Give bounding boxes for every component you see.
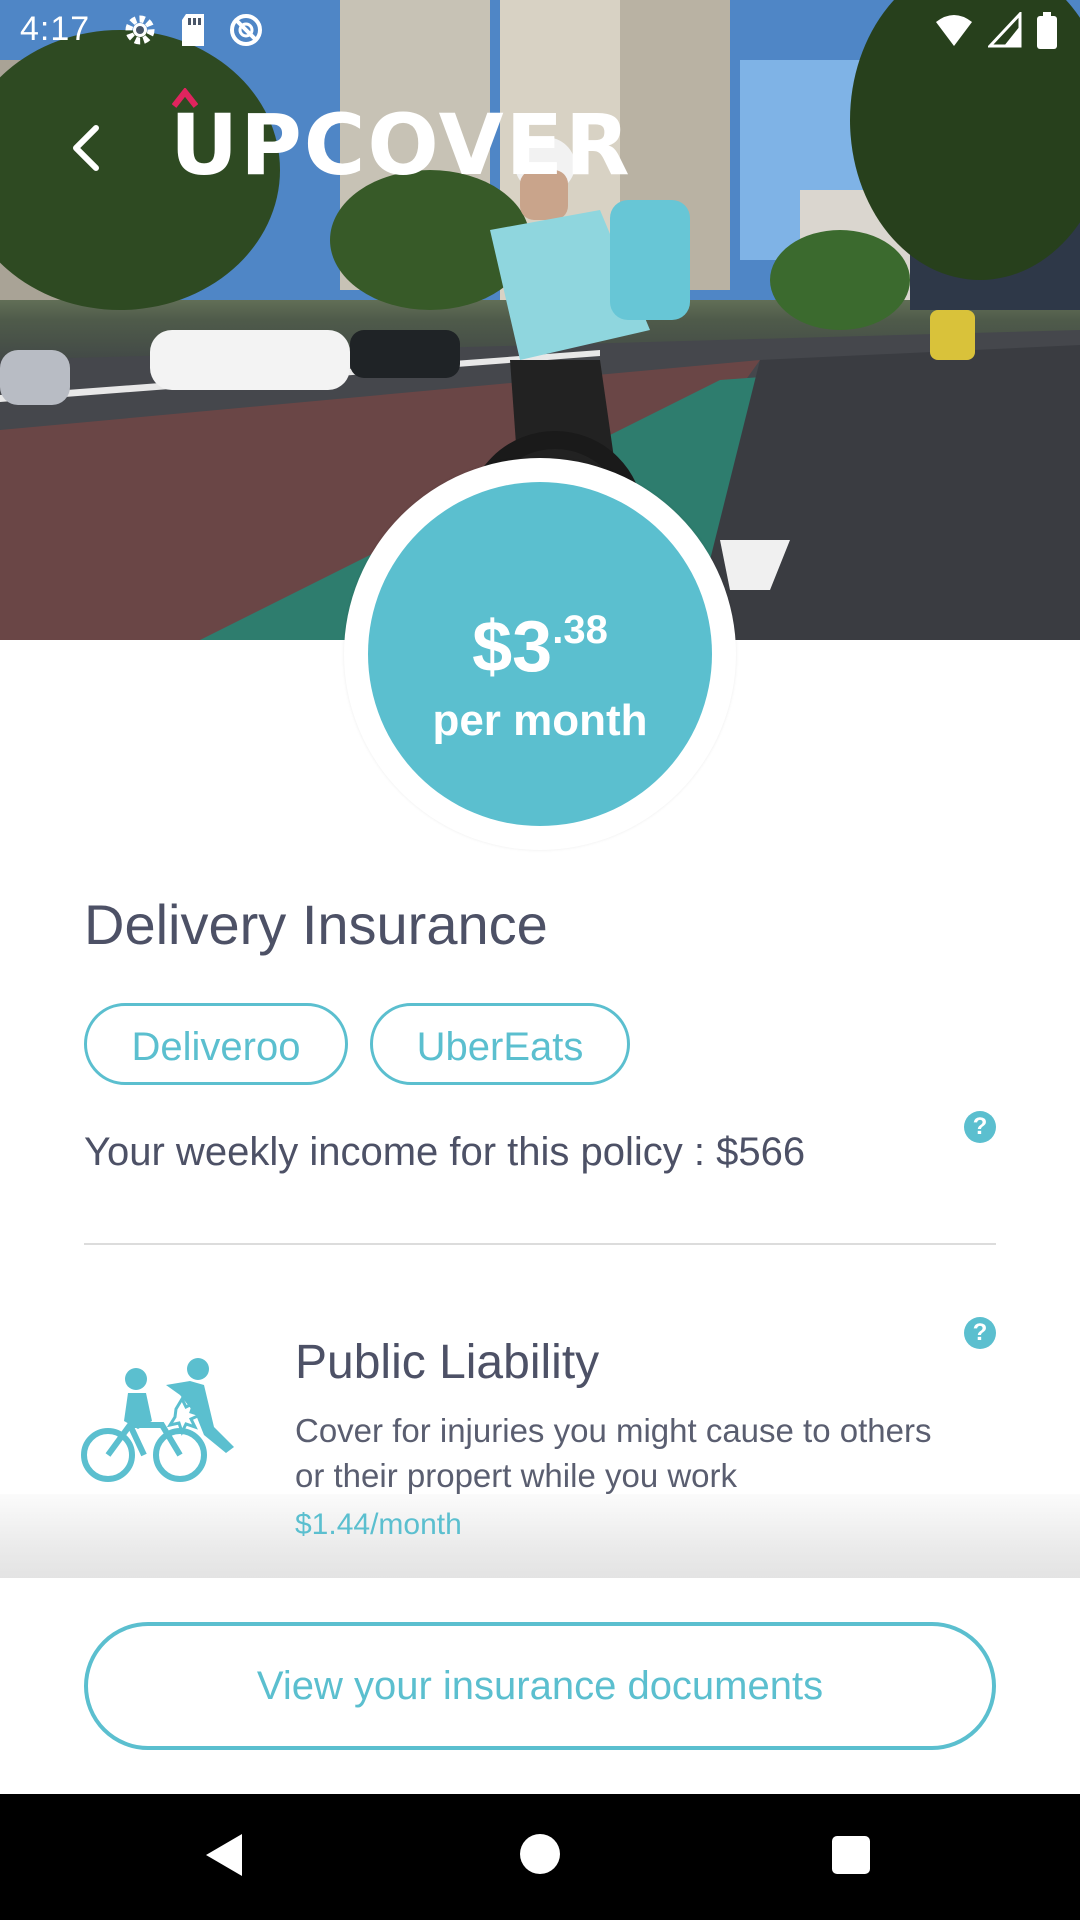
chevron-left-icon xyxy=(73,125,99,171)
platform-chip-deliveroo[interactable]: Deliveroo xyxy=(84,1003,348,1085)
platform-chip-ubereats[interactable]: UberEats xyxy=(370,1003,630,1085)
wifi-icon xyxy=(936,15,972,46)
battery-icon xyxy=(1037,12,1057,49)
no-sim-icon xyxy=(230,14,262,46)
policy-title: Delivery Insurance xyxy=(84,893,548,956)
income-help-icon[interactable]: ? xyxy=(964,1111,996,1143)
system-nav-bar xyxy=(0,1794,1080,1920)
back-triangle-icon[interactable] xyxy=(204,1832,244,1878)
logo-caret-icon xyxy=(172,88,198,108)
price-amount: $3.38 xyxy=(368,606,712,688)
upcover-logo: UPCOVER xyxy=(170,88,632,190)
home-circle-icon[interactable] xyxy=(520,1834,560,1874)
coverage-help-icon[interactable]: ? xyxy=(964,1317,996,1349)
status-time: 4:17 xyxy=(20,10,91,48)
signal-icon xyxy=(988,12,1022,48)
price-period: per month xyxy=(432,696,648,745)
coverage-description: Cover for injuries you might cause to ot… xyxy=(295,1412,932,1494)
scroll-fade xyxy=(0,1494,1080,1578)
recents-square-icon[interactable] xyxy=(832,1836,870,1874)
view-documents-button[interactable]: View your insurance documents xyxy=(84,1622,996,1750)
settings-icon xyxy=(125,15,155,45)
sd-card-icon xyxy=(182,14,204,46)
price-dollars: $3 xyxy=(472,607,553,687)
divider xyxy=(84,1243,996,1245)
price-circle: $3.38 per month xyxy=(368,482,712,826)
back-button[interactable] xyxy=(62,118,114,178)
status-bar: 4:17 xyxy=(0,0,1080,62)
coverage-title: Public Liability xyxy=(295,1336,600,1389)
weekly-income-text: Your weekly income for this policy : $56… xyxy=(84,1130,806,1174)
logo-text: UPCOVER xyxy=(170,96,632,194)
price-badge: $3.38 per month xyxy=(344,458,736,850)
cyclist-collision-icon xyxy=(81,1358,234,1482)
price-cents: .38 xyxy=(552,608,608,652)
coverage-price: $1.44/month xyxy=(295,1508,462,1541)
